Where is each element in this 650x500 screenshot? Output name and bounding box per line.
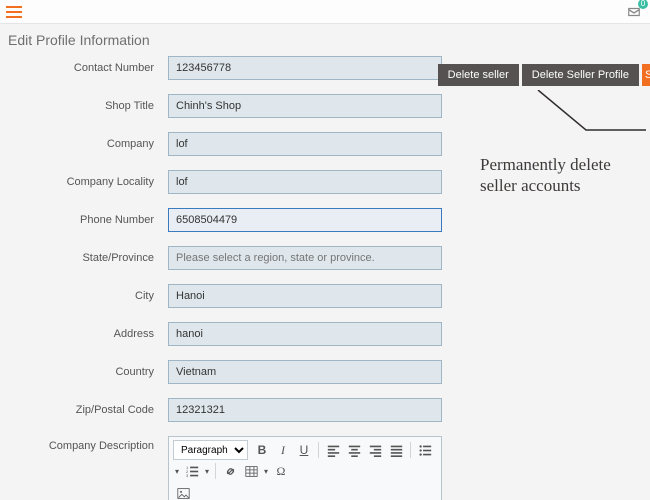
action-buttons: Delete seller Delete Seller Profile S — [438, 64, 650, 86]
annotation-text: Permanently delete seller accounts — [480, 154, 650, 197]
number-list-icon[interactable]: 123 — [182, 461, 202, 481]
align-justify-icon[interactable] — [386, 440, 406, 460]
contact-number-field[interactable] — [168, 56, 442, 80]
align-center-icon[interactable] — [344, 440, 364, 460]
underline-icon[interactable]: U — [294, 440, 314, 460]
delete-seller-button[interactable]: Delete seller — [438, 64, 519, 86]
table-dropdown-icon[interactable]: ▾ — [262, 461, 270, 481]
row-phone-number: Phone Number — [8, 208, 442, 232]
omega-icon[interactable]: Ω — [271, 461, 291, 481]
bold-icon[interactable]: B — [252, 440, 272, 460]
row-city: City — [8, 284, 442, 308]
country-field[interactable] — [168, 360, 442, 384]
delete-seller-profile-button[interactable]: Delete Seller Profile — [522, 64, 639, 86]
italic-icon[interactable]: I — [273, 440, 293, 460]
row-country: Country — [8, 360, 442, 384]
page: Edit Profile Information Delete seller D… — [0, 24, 650, 500]
menu-icon[interactable] — [6, 6, 22, 18]
label-state-province: State/Province — [8, 252, 168, 264]
page-title: Edit Profile Information — [8, 32, 642, 48]
row-company-locality: Company Locality — [8, 170, 442, 194]
label-contact-number: Contact Number — [8, 62, 168, 74]
align-left-icon[interactable] — [323, 440, 343, 460]
label-company-locality: Company Locality — [8, 176, 168, 188]
address-field[interactable] — [168, 322, 442, 346]
form: Contact Number Shop Title Company Compan… — [8, 56, 642, 500]
city-field[interactable] — [168, 284, 442, 308]
company-field[interactable] — [168, 132, 442, 156]
row-shop-title: Shop Title — [8, 94, 442, 118]
image-icon[interactable] — [173, 483, 193, 500]
number-list-dropdown-icon[interactable]: ▾ — [203, 461, 211, 481]
bullet-list-icon[interactable] — [415, 440, 435, 460]
label-country: Country — [8, 366, 168, 378]
paragraph-select[interactable]: Paragraph — [173, 440, 248, 460]
label-company-description: Company Description — [8, 436, 168, 452]
row-company: Company — [8, 132, 442, 156]
toolbar-separator — [318, 442, 319, 458]
phone-number-field[interactable] — [168, 208, 442, 232]
link-icon[interactable] — [220, 461, 240, 481]
label-city: City — [8, 290, 168, 302]
mail-badge: 0 — [638, 0, 648, 9]
mail-icon[interactable]: 0 — [626, 5, 644, 19]
row-contact-number: Contact Number — [8, 56, 442, 80]
state-province-field[interactable] — [168, 246, 442, 270]
svg-text:3: 3 — [186, 473, 189, 478]
editor-toolbar: Paragraph B I U ▾ 123 ▾ — [169, 437, 441, 500]
row-address: Address — [8, 322, 442, 346]
shop-title-field[interactable] — [168, 94, 442, 118]
table-icon[interactable] — [241, 461, 261, 481]
rich-text-editor: Paragraph B I U ▾ 123 ▾ — [168, 436, 442, 500]
toolbar-separator — [410, 442, 411, 458]
row-zip: Zip/Postal Code — [8, 398, 442, 422]
bullet-list-dropdown-icon[interactable]: ▾ — [173, 461, 181, 481]
row-company-description: Company Description Paragraph B I U — [8, 436, 442, 500]
zip-field[interactable] — [168, 398, 442, 422]
company-locality-field[interactable] — [168, 170, 442, 194]
label-shop-title: Shop Title — [8, 100, 168, 112]
label-address: Address — [8, 328, 168, 340]
row-state-province: State/Province — [8, 246, 442, 270]
label-zip: Zip/Postal Code — [8, 404, 168, 416]
label-phone-number: Phone Number — [8, 214, 168, 226]
toolbar-separator — [215, 463, 216, 479]
topbar: 0 — [0, 0, 650, 24]
save-button[interactable]: S — [642, 64, 650, 86]
align-right-icon[interactable] — [365, 440, 385, 460]
label-company: Company — [8, 138, 168, 150]
